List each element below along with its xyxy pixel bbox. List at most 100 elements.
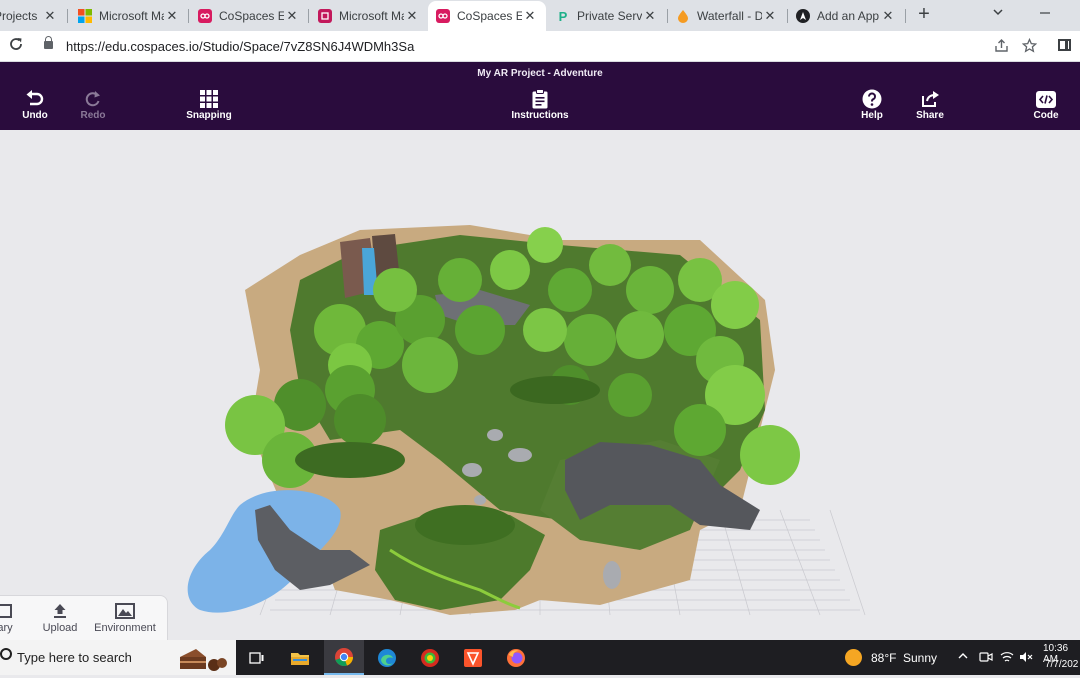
browser-tab-cospaces-active[interactable]: CoSpaces Edu ✕ [428,1,546,31]
tab-divider [67,9,68,23]
weather-text[interactable]: Sunny [903,651,937,665]
browser-tab-projects[interactable]: Projects ✕ [0,3,66,29]
tab-close-icon[interactable]: ✕ [284,8,300,24]
chrome-icon[interactable] [324,640,364,675]
clipboard-icon [505,88,575,110]
redo-button[interactable]: Redo [73,88,113,121]
share-button[interactable]: Share [910,88,950,121]
chevron-up-icon[interactable] [957,650,969,665]
brave-icon[interactable] [453,640,493,675]
instructions-button[interactable]: Instructions [505,88,575,121]
share-icon [910,88,950,110]
drop-icon [676,9,690,23]
lock-icon [44,36,53,49]
grid-icon [183,88,235,110]
tab-close-icon[interactable]: ✕ [164,8,180,24]
tab-title: Microsoft Ma [339,9,404,23]
library-icon [0,600,18,622]
share-label: Share [916,110,944,121]
volume-muted-icon[interactable] [1019,650,1033,667]
minimize-icon[interactable] [1035,5,1055,21]
browser-tab-microsoft-1[interactable]: Microsoft Ma ✕ [70,3,188,29]
3d-scene[interactable] [0,130,1080,640]
app-icon [796,9,810,23]
tab-close-icon[interactable]: ✕ [404,8,420,24]
environment-label: Environment [94,622,156,634]
tab-search-chevron-icon[interactable] [988,5,1008,21]
file-explorer-icon[interactable] [280,640,320,675]
browser-tab-waterfall[interactable]: Waterfall - Do ✕ [668,3,786,29]
browser-tab-add-app[interactable]: Add an App ✕ [788,3,904,29]
p-icon: P [558,8,568,24]
tab-close-icon[interactable]: ✕ [642,8,658,24]
taskbar-search-box[interactable]: Type here to search [0,640,236,675]
tab-close-icon[interactable]: ✕ [880,8,896,24]
tab-close-icon[interactable]: ✕ [762,8,778,24]
cospaces-toolbar: My AR Project - Adventure Undo Redo Snap… [0,62,1080,130]
help-button[interactable]: Help [852,88,892,121]
upload-label: Upload [42,622,78,634]
tab-title: Waterfall - Do [697,9,762,23]
environment-icon [90,600,160,622]
upload-button[interactable]: Upload [36,600,84,634]
upload-icon [36,600,84,622]
library-label: ary [0,622,13,634]
code-icon [1026,88,1066,110]
firefox-icon[interactable] [496,640,536,675]
share-page-icon[interactable] [994,38,1009,56]
bookmark-star-icon[interactable] [1021,37,1038,56]
bottom-dock: ary Upload Environment [0,595,168,640]
cospaces-icon [436,9,450,23]
help-label: Help [861,110,883,121]
cospaces-icon [198,9,212,23]
sun-icon [845,649,862,666]
tab-title: CoSpaces Edu [219,9,284,23]
redo-icon [73,88,113,110]
library-button[interactable]: ary [0,600,18,634]
tab-divider [188,9,189,23]
url-text[interactable]: https://edu.cospaces.io/Studio/Space/7vZ… [66,39,414,54]
new-tab-button[interactable]: + [914,4,934,25]
undo-button[interactable]: Undo [15,88,55,121]
scene-viewport[interactable] [0,130,1080,640]
search-placeholder: Type here to search [17,650,132,665]
tab-title: Projects [0,9,38,23]
browser-tab-microsoft-2[interactable]: Microsoft Ma ✕ [310,3,428,29]
cake-icon [176,643,228,678]
omnibox[interactable]: https://edu.cospaces.io/Studio/Space/7vZ… [36,34,1046,59]
clock-date[interactable]: 7/7/202 [1045,659,1078,670]
tab-title: Add an App [817,9,880,23]
snapping-button[interactable]: Snapping [183,88,235,121]
project-title: My AR Project - Adventure [477,68,603,79]
code-label: Code [1033,110,1059,121]
task-view-icon[interactable] [237,640,277,675]
edge-icon[interactable] [367,640,407,675]
tab-divider [905,9,906,23]
snapping-label: Snapping [186,110,232,121]
undo-label: Undo [22,110,48,121]
microsoft-icon [78,9,92,23]
side-panel-icon[interactable] [1058,39,1071,51]
browser-tabstrip: Projects ✕ Microsoft Ma ✕ CoSpaces Edu ✕… [0,0,1080,31]
reload-icon[interactable] [6,36,26,56]
help-icon [852,88,892,110]
wifi-icon[interactable] [1000,650,1014,667]
tab-title: Private Server [577,9,642,23]
environment-button[interactable]: Environment [90,600,160,634]
tab-close-icon[interactable]: ✕ [522,8,538,24]
redo-label: Redo [80,110,106,121]
tab-title: Microsoft Ma [99,9,164,23]
windows-taskbar: Type here to search 88°F Sunny 10:36 AM … [0,640,1080,675]
undo-icon [15,88,55,110]
instructions-label: Instructions [511,110,569,121]
meet-now-icon[interactable] [979,650,993,667]
opera-icon[interactable] [410,640,450,675]
browser-tab-cospaces-1[interactable]: CoSpaces Edu ✕ [190,3,308,29]
code-button[interactable]: Code [1026,88,1066,121]
tab-divider [308,9,309,23]
browser-tab-private-server[interactable]: P Private Server ✕ [548,3,666,29]
address-bar-row: https://edu.cospaces.io/Studio/Space/7vZ… [0,31,1080,62]
weather-temp[interactable]: 88°F [871,651,896,665]
tab-close-icon[interactable]: ✕ [42,8,58,24]
search-icon [0,648,12,660]
